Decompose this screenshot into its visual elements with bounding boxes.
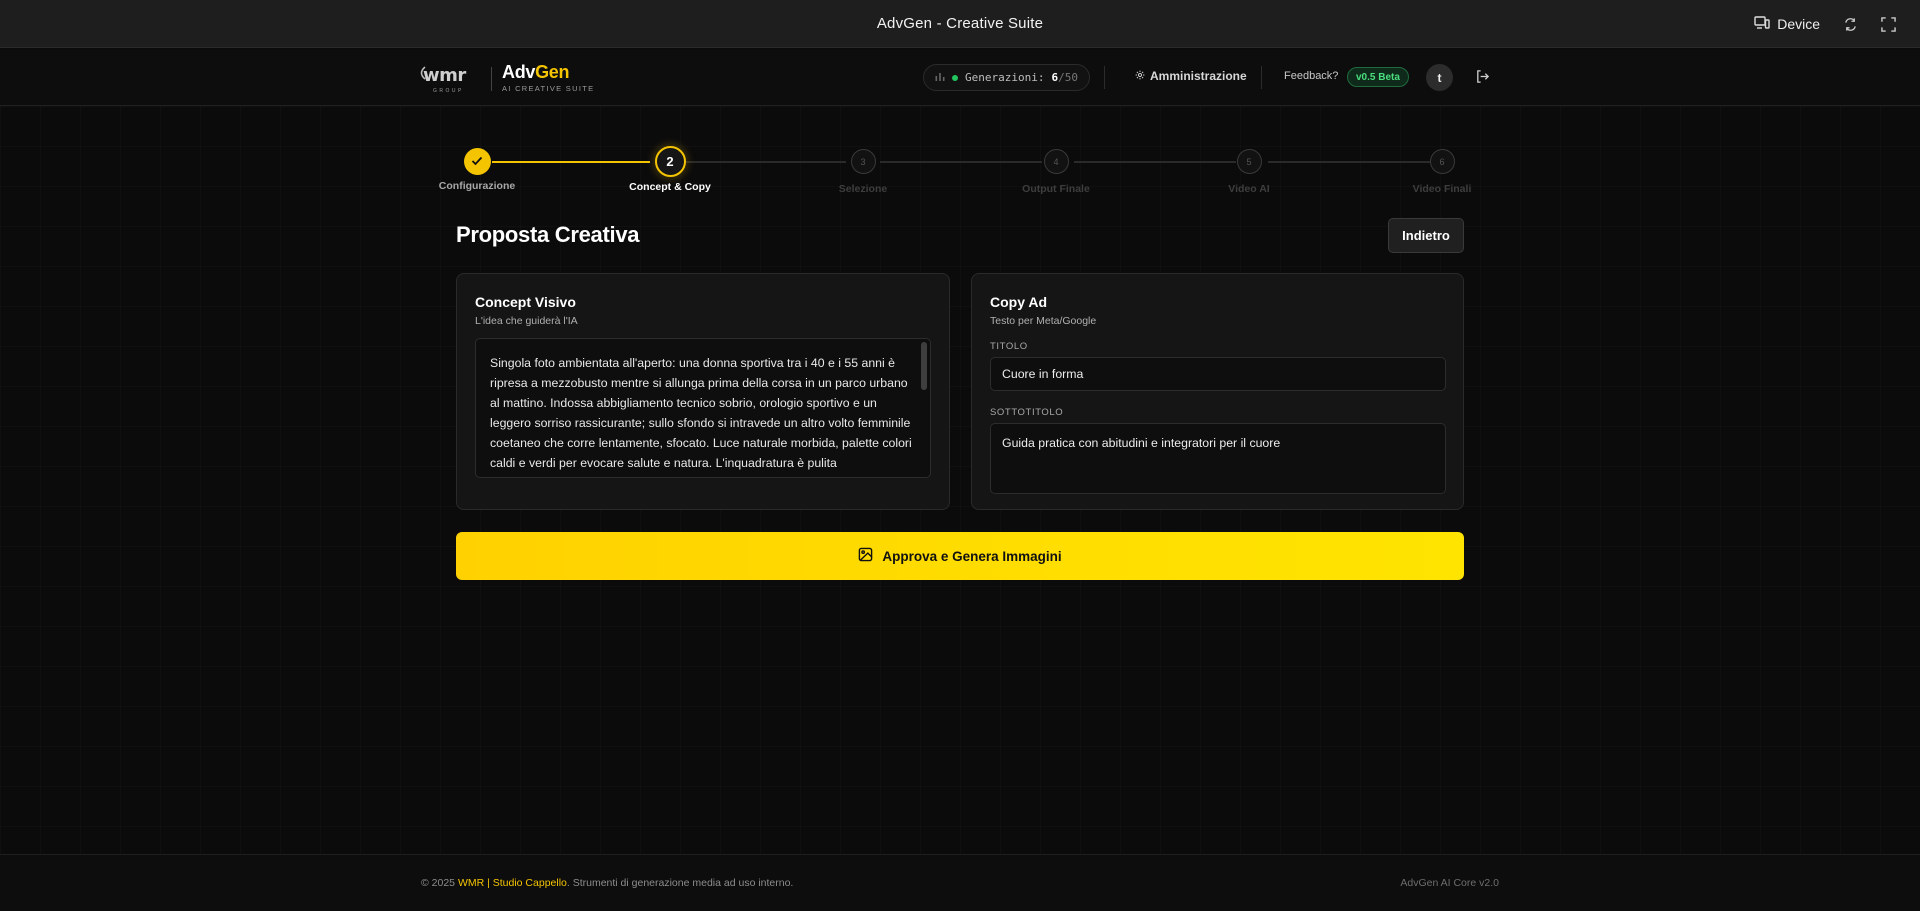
copy-card: Copy Ad Testo per Meta/Google TITOLO Cuo…	[971, 273, 1464, 510]
company-link[interactable]: WMR | Studio Cappello	[458, 877, 567, 889]
step-concept-copy[interactable]: 2 Concept & Copy	[600, 146, 740, 193]
step-video-finali: 6 Video Finali	[1372, 149, 1512, 195]
approve-label: Approva e Genera Immagini	[882, 548, 1062, 564]
concept-title: Concept Visivo	[475, 294, 576, 310]
scrollbar-thumb[interactable]	[921, 342, 927, 390]
feedback-link[interactable]: Feedback?	[1284, 70, 1338, 82]
copyright-year: © 2025	[421, 877, 456, 889]
step-circle: 2	[654, 146, 686, 177]
user-avatar[interactable]: t	[1426, 64, 1453, 91]
device-icon	[1754, 15, 1770, 33]
version-badge: v0.5 Beta	[1347, 67, 1409, 87]
back-button[interactable]: Indietro	[1388, 218, 1464, 253]
step-circle: 5	[1236, 149, 1262, 174]
wmr-logo-subtext: GROUP	[433, 88, 464, 94]
concept-text: Singola foto ambientata all'aperto: una …	[490, 356, 912, 470]
device-toggle-button[interactable]: Device	[1754, 15, 1820, 33]
background-grid	[0, 106, 1920, 854]
step-label: Video Finali	[1412, 183, 1472, 195]
step-configurazione[interactable]: Configurazione	[407, 148, 547, 192]
app-header: wmr GROUP AdvGen AI CREATIVE SUITE Gener…	[0, 49, 1920, 106]
brand-name: AdvGen	[502, 62, 594, 83]
generations-counter: Generazioni: 6/50	[923, 64, 1090, 91]
step-selezione: 3 Selezione	[793, 149, 933, 195]
footer-copyright: © 2025 WMR | Studio Cappello. Strumenti …	[421, 877, 793, 889]
check-icon	[471, 153, 483, 171]
step-circle: 3	[850, 149, 876, 174]
brand-tagline: AI CREATIVE SUITE	[502, 84, 595, 93]
bar-chart-icon	[935, 71, 945, 84]
brand-gen: Gen	[535, 62, 570, 82]
brand-adv: Adv	[502, 62, 536, 82]
step-label: Configurazione	[438, 180, 516, 192]
copyright-text: . Strumenti di generazione media ad uso …	[566, 877, 794, 889]
step-label: Video AI	[1228, 183, 1270, 195]
concept-textarea[interactable]: Singola foto ambientata all'aperto: una …	[475, 338, 931, 478]
image-icon	[858, 547, 873, 565]
step-circle: 4	[1043, 149, 1069, 174]
step-circle: 6	[1429, 149, 1455, 174]
header-divider	[1104, 66, 1105, 89]
status-dot	[952, 74, 958, 81]
copy-subtitle: Testo per Meta/Google	[990, 315, 1097, 327]
title-field-label: TITOLO	[990, 341, 1028, 352]
device-label: Device	[1777, 16, 1820, 32]
step-video-ai: 5 Video AI	[1179, 149, 1319, 195]
header-divider	[1261, 66, 1262, 89]
window-controls: Device	[1754, 0, 1896, 48]
generations-total: /50	[1058, 71, 1078, 84]
step-circle	[463, 148, 491, 175]
window-titlebar: AdvGen - Creative Suite Device	[0, 0, 1920, 48]
step-label: Output Finale	[1022, 183, 1090, 195]
rotate-icon[interactable]	[1842, 16, 1858, 32]
step-label: Concept & Copy	[629, 181, 711, 193]
window-title: AdvGen - Creative Suite	[876, 15, 1044, 32]
logo-divider	[491, 67, 492, 91]
generations-label: Generazioni:	[965, 71, 1045, 84]
approve-generate-button[interactable]: Approva e Genera Immagini	[456, 532, 1464, 580]
core-version: AdvGen AI Core v2.0	[1400, 877, 1499, 889]
page-title: Proposta Creativa	[456, 222, 640, 247]
logout-icon[interactable]	[1475, 69, 1491, 85]
brand-logo: AdvGen AI CREATIVE SUITE	[502, 62, 594, 93]
copy-title: Copy Ad	[990, 294, 1048, 310]
gear-icon	[1135, 69, 1145, 83]
wmr-logo-text: wmr	[423, 65, 466, 86]
footer: © 2025 WMR | Studio Cappello. Strumenti …	[0, 854, 1920, 911]
concept-subtitle: L'idea che guiderà l'IA	[475, 315, 578, 327]
subtitle-textarea[interactable]: Guida pratica con abitudini e integrator…	[990, 423, 1446, 494]
subtitle-field-label: SOTTOTITOLO	[990, 407, 1064, 418]
wmr-logo: wmr GROUP	[419, 63, 481, 95]
fullscreen-icon[interactable]	[1880, 16, 1896, 32]
step-output-finale: 4 Output Finale	[986, 149, 1126, 195]
step-label: Selezione	[838, 183, 888, 195]
admin-label: Amministrazione	[1150, 69, 1247, 83]
admin-link[interactable]: Amministrazione	[1135, 69, 1247, 83]
concept-card: Concept Visivo L'idea che guiderà l'IA S…	[456, 273, 950, 510]
title-input[interactable]: Cuore in forma	[990, 357, 1446, 391]
